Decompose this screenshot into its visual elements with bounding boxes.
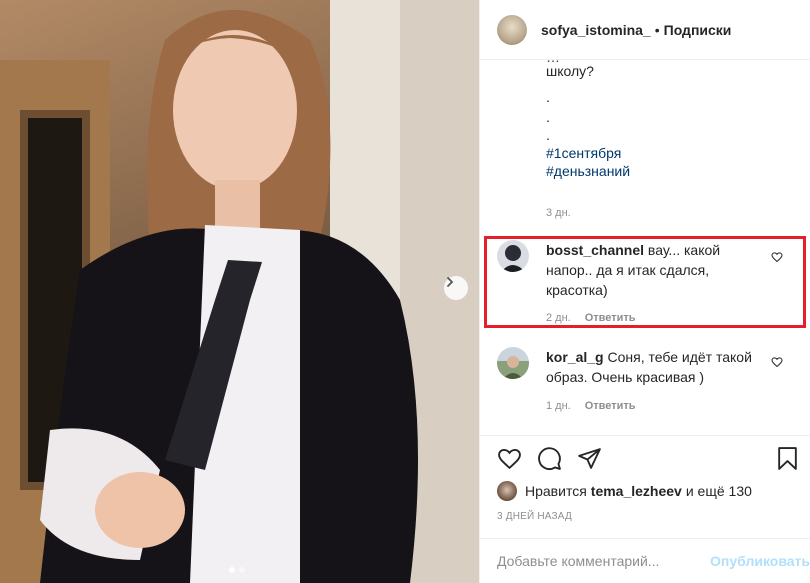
comment-icon[interactable] (537, 446, 562, 471)
post-photo[interactable] (0, 0, 479, 583)
header-separator: • (654, 21, 660, 38)
author-avatar[interactable] (497, 14, 527, 45)
liker-username[interactable]: tema_lezheev (591, 483, 682, 499)
carousel-dot-active (229, 567, 235, 573)
caption-line: . (546, 109, 550, 125)
next-slide-button[interactable] (444, 276, 468, 300)
comment-meta: 1 дн. Ответить (546, 400, 636, 412)
caption-truncated-line: … (546, 49, 560, 65)
post-date[interactable]: 3 ДНЕЙ НАЗАД (497, 511, 572, 522)
share-icon[interactable] (577, 446, 602, 471)
commenter-avatar-image (497, 240, 529, 272)
comment-time[interactable]: 2 дн. (546, 312, 571, 324)
comment-body: bosst_channel вау... какой напор.. да я … (546, 240, 761, 300)
caption-line: . (546, 89, 550, 105)
comment-meta: 2 дн. Ответить (546, 312, 636, 324)
author-username[interactable]: sofya_istomina_ (541, 22, 651, 38)
carousel-dot (239, 567, 245, 573)
post-action-bar (480, 435, 810, 483)
heart-icon[interactable] (497, 446, 522, 471)
likes-prefix: Нравится (525, 483, 587, 499)
comment-item: kor_al_g Соня, тебе идёт такой образ. Оч… (497, 347, 797, 387)
bookmark-icon[interactable] (775, 446, 800, 471)
following-button[interactable]: Подписки (664, 22, 732, 38)
commenter-avatar[interactable] (497, 347, 529, 379)
caption-time[interactable]: 3 дн. (546, 207, 571, 219)
photo-illustration (0, 0, 479, 583)
reply-button[interactable]: Ответить (585, 312, 636, 324)
comment-time[interactable]: 1 дн. (546, 400, 571, 412)
reply-button[interactable]: Ответить (585, 400, 636, 412)
comment-username[interactable]: kor_al_g (546, 349, 604, 365)
liker-avatar[interactable] (497, 481, 517, 501)
comment-body: kor_al_g Соня, тебе идёт такой образ. Оч… (546, 347, 761, 387)
comment-input[interactable] (497, 553, 697, 569)
post-side-panel: sofya_istomina_ • Подписки … школу? . . … (479, 0, 810, 583)
caption-line: школу? (546, 63, 594, 79)
commenter-avatar[interactable] (497, 240, 529, 272)
post-header: sofya_istomina_ • Подписки (480, 0, 810, 60)
carousel-dots (229, 567, 245, 573)
comment-item: bosst_channel вау... какой напор.. да я … (497, 240, 797, 300)
likes-count[interactable]: и ещё 130 (686, 483, 752, 499)
comment-like-heart-icon[interactable] (771, 251, 783, 263)
caption: … школу? . . . #1сентября #деньзнаний (546, 49, 796, 180)
commenter-avatar-image (497, 347, 529, 379)
hashtag-link[interactable]: #1сентября (546, 144, 796, 162)
hashtag-link[interactable]: #деньзнаний (546, 162, 796, 180)
comment-username[interactable]: bosst_channel (546, 242, 644, 258)
publish-button[interactable]: Опубликовать (710, 553, 810, 569)
chevron-right-icon (447, 277, 454, 287)
add-comment-bar: Опубликовать (480, 538, 810, 583)
caption-line: . (546, 127, 550, 143)
likes-summary: Нравится tema_lezheev и ещё 130 (497, 481, 752, 501)
comment-like-heart-icon[interactable] (771, 356, 783, 368)
